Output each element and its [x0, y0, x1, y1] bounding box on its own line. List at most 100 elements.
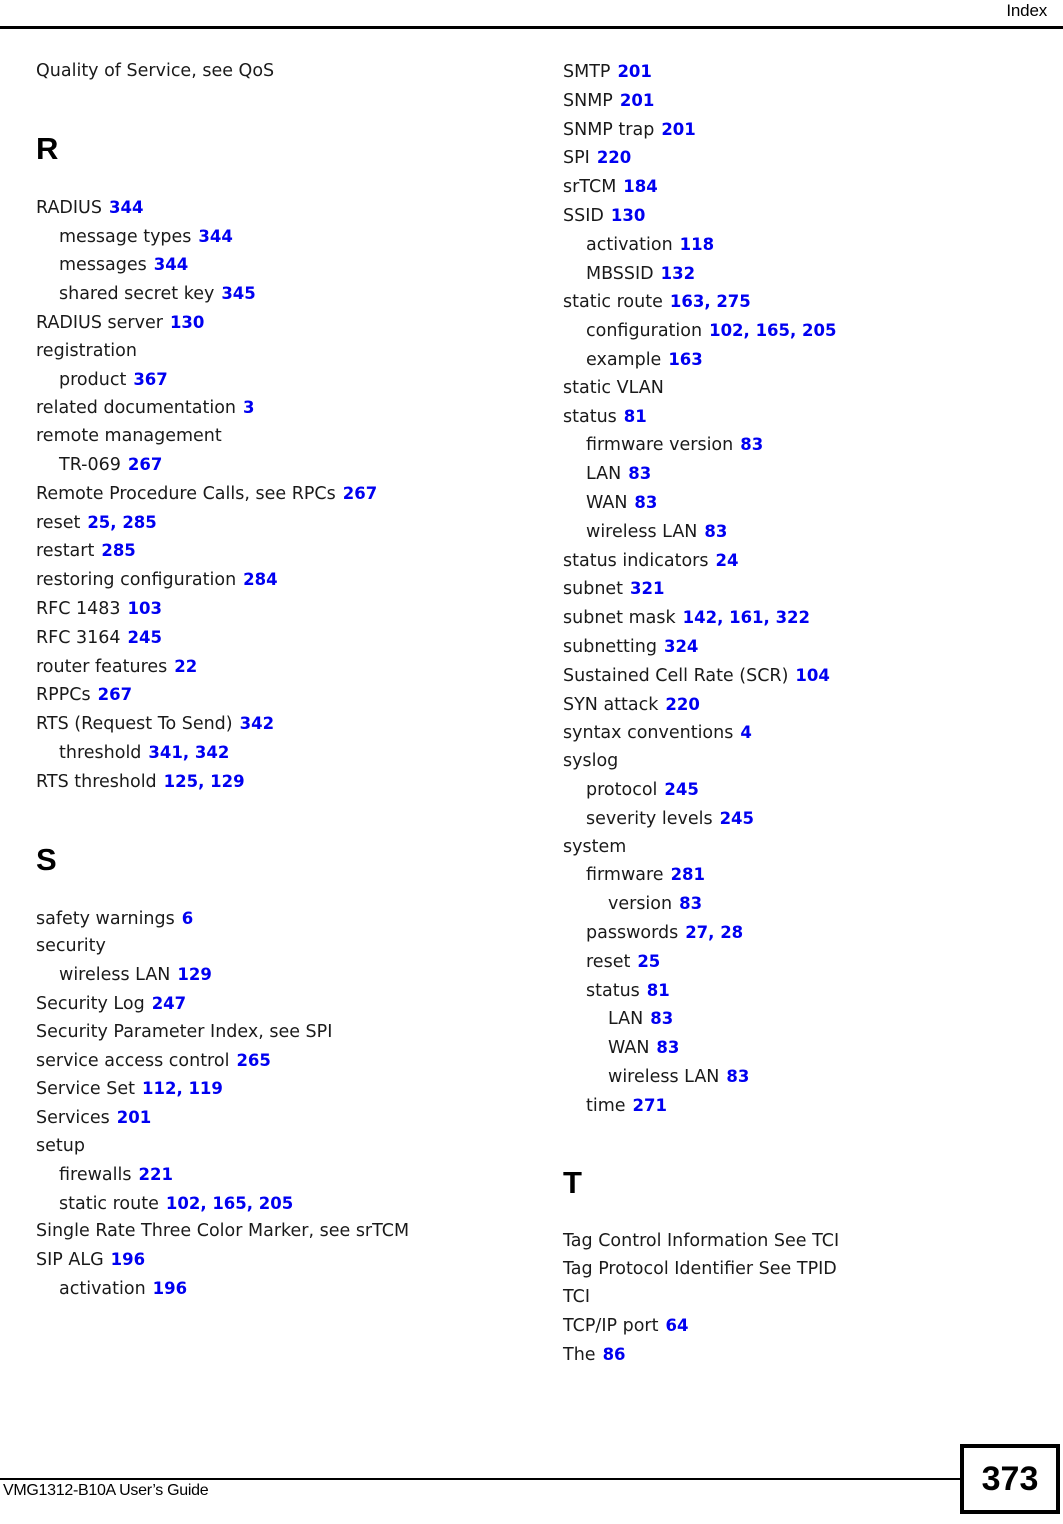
- page-ref-link[interactable]: 6: [182, 909, 193, 928]
- page-ref-link[interactable]: 220: [597, 148, 631, 167]
- index-entry-page-refs[interactable]: 125, 129: [164, 772, 245, 791]
- page-ref-link[interactable]: 342: [240, 714, 274, 733]
- index-entry-page-refs[interactable]: 245: [664, 780, 698, 799]
- page-ref-link[interactable]: 201: [620, 91, 654, 110]
- index-entry-page-refs[interactable]: 83: [628, 464, 651, 483]
- page-ref-link[interactable]: 27: [685, 923, 708, 942]
- page-ref-link[interactable]: 245: [720, 809, 754, 828]
- page-ref-link[interactable]: 341: [148, 743, 182, 762]
- page-ref-link[interactable]: 163: [668, 350, 702, 369]
- page-ref-link[interactable]: 205: [802, 321, 836, 340]
- page-ref-link[interactable]: 125: [164, 772, 198, 791]
- index-entry-page-refs[interactable]: 344: [198, 227, 232, 246]
- index-entry-page-refs[interactable]: 201: [620, 91, 654, 110]
- index-entry-page-refs[interactable]: 25, 285: [87, 513, 156, 532]
- index-entry-page-refs[interactable]: 132: [661, 264, 695, 283]
- page-ref-link[interactable]: 83: [656, 1038, 679, 1057]
- page-ref-link[interactable]: 163: [670, 292, 704, 311]
- index-entry-page-refs[interactable]: 285: [101, 541, 135, 560]
- index-entry-page-refs[interactable]: 3: [243, 398, 254, 417]
- page-ref-link[interactable]: 275: [716, 292, 750, 311]
- page-ref-link[interactable]: 83: [634, 493, 657, 512]
- index-entry-page-refs[interactable]: 265: [236, 1051, 270, 1070]
- page-ref-link[interactable]: 220: [665, 695, 699, 714]
- page-ref-link[interactable]: 83: [650, 1009, 673, 1028]
- page-ref-link[interactable]: 184: [623, 177, 657, 196]
- page-ref-link[interactable]: 83: [679, 894, 702, 913]
- index-entry-page-refs[interactable]: 344: [109, 198, 143, 217]
- page-ref-link[interactable]: 103: [128, 599, 162, 618]
- page-ref-link[interactable]: 322: [776, 608, 810, 627]
- index-entry-page-refs[interactable]: 104: [795, 666, 829, 685]
- index-entry-page-refs[interactable]: 24: [716, 551, 739, 570]
- page-ref-link[interactable]: 201: [117, 1108, 151, 1127]
- page-ref-link[interactable]: 83: [726, 1067, 749, 1086]
- index-entry-page-refs[interactable]: 142, 161, 322: [683, 608, 810, 627]
- page-ref-link[interactable]: 64: [665, 1316, 688, 1335]
- index-entry-page-refs[interactable]: 163: [668, 350, 702, 369]
- index-entry-page-refs[interactable]: 102, 165, 205: [166, 1194, 293, 1213]
- index-entry-page-refs[interactable]: 83: [726, 1067, 749, 1086]
- page-ref-link[interactable]: 83: [740, 435, 763, 454]
- index-entry-page-refs[interactable]: 345: [221, 284, 255, 303]
- index-entry-page-refs[interactable]: 6: [182, 909, 193, 928]
- page-ref-link[interactable]: 22: [174, 657, 197, 676]
- index-entry-page-refs[interactable]: 4: [740, 723, 751, 742]
- page-ref-link[interactable]: 142: [683, 608, 717, 627]
- index-entry-page-refs[interactable]: 112, 119: [142, 1079, 223, 1098]
- page-ref-link[interactable]: 81: [647, 981, 670, 1000]
- page-ref-link[interactable]: 367: [133, 370, 167, 389]
- page-ref-link[interactable]: 118: [680, 235, 714, 254]
- index-entry-page-refs[interactable]: 267: [128, 455, 162, 474]
- page-ref-link[interactable]: 112: [142, 1079, 176, 1098]
- page-ref-link[interactable]: 245: [664, 780, 698, 799]
- index-entry-page-refs[interactable]: 86: [603, 1345, 626, 1364]
- index-entry-page-refs[interactable]: 130: [170, 313, 204, 332]
- index-entry-page-refs[interactable]: 129: [177, 965, 211, 984]
- index-entry-page-refs[interactable]: 163, 275: [670, 292, 751, 311]
- index-entry-page-refs[interactable]: 344: [154, 255, 188, 274]
- page-ref-link[interactable]: 130: [611, 206, 645, 225]
- index-entry-page-refs[interactable]: 284: [243, 570, 277, 589]
- page-ref-link[interactable]: 196: [111, 1250, 145, 1269]
- index-entry-page-refs[interactable]: 102, 165, 205: [709, 321, 836, 340]
- index-entry-page-refs[interactable]: 81: [624, 407, 647, 426]
- page-ref-link[interactable]: 4: [740, 723, 751, 742]
- index-entry-page-refs[interactable]: 201: [661, 120, 695, 139]
- index-entry-page-refs[interactable]: 83: [740, 435, 763, 454]
- page-ref-link[interactable]: 281: [671, 865, 705, 884]
- page-ref-link[interactable]: 102: [709, 321, 743, 340]
- page-ref-link[interactable]: 221: [138, 1165, 172, 1184]
- page-ref-link[interactable]: 25: [637, 952, 660, 971]
- index-entry-page-refs[interactable]: 25: [637, 952, 660, 971]
- index-entry-page-refs[interactable]: 22: [174, 657, 197, 676]
- page-ref-link[interactable]: 245: [128, 628, 162, 647]
- index-entry-page-refs[interactable]: 267: [98, 685, 132, 704]
- page-ref-link[interactable]: 165: [212, 1194, 246, 1213]
- page-ref-link[interactable]: 165: [756, 321, 790, 340]
- index-entry-page-refs[interactable]: 267: [343, 484, 377, 503]
- index-entry-page-refs[interactable]: 184: [623, 177, 657, 196]
- page-ref-link[interactable]: 344: [198, 227, 232, 246]
- page-ref-link[interactable]: 205: [259, 1194, 293, 1213]
- index-entry-page-refs[interactable]: 64: [665, 1316, 688, 1335]
- page-ref-link[interactable]: 86: [603, 1345, 626, 1364]
- page-ref-link[interactable]: 102: [166, 1194, 200, 1213]
- index-entry-page-refs[interactable]: 247: [152, 994, 186, 1013]
- index-entry-page-refs[interactable]: 103: [128, 599, 162, 618]
- page-ref-link[interactable]: 285: [122, 513, 156, 532]
- index-entry-page-refs[interactable]: 83: [656, 1038, 679, 1057]
- page-ref-link[interactable]: 344: [154, 255, 188, 274]
- index-entry-page-refs[interactable]: 342: [240, 714, 274, 733]
- index-entry-page-refs[interactable]: 245: [128, 628, 162, 647]
- page-ref-link[interactable]: 267: [98, 685, 132, 704]
- page-ref-link[interactable]: 201: [661, 120, 695, 139]
- index-entry-page-refs[interactable]: 83: [679, 894, 702, 913]
- index-entry-page-refs[interactable]: 321: [630, 579, 664, 598]
- index-entry-page-refs[interactable]: 27, 28: [685, 923, 743, 942]
- page-ref-link[interactable]: 267: [343, 484, 377, 503]
- index-entry-page-refs[interactable]: 83: [634, 493, 657, 512]
- page-ref-link[interactable]: 324: [664, 637, 698, 656]
- page-ref-link[interactable]: 161: [729, 608, 763, 627]
- page-ref-link[interactable]: 267: [128, 455, 162, 474]
